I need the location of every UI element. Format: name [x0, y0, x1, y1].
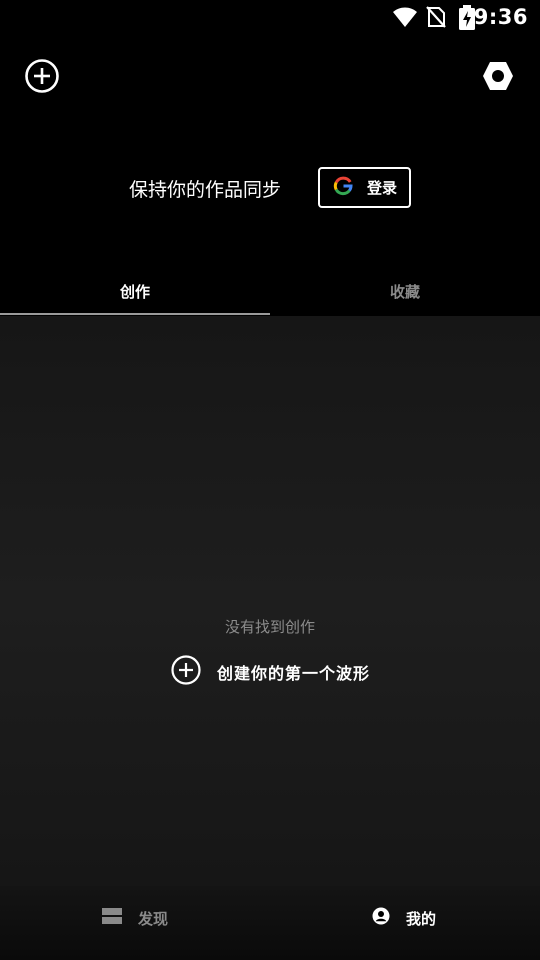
- nav-discover[interactable]: 发现: [102, 906, 168, 930]
- nav-mine-label: 我的: [406, 909, 437, 928]
- nav-mine[interactable]: 我的: [372, 906, 436, 930]
- google-login-button[interactable]: 登录: [318, 167, 411, 208]
- header: 保持你的作品同步 登录 创作 收藏: [0, 36, 540, 316]
- no-sim-icon: [426, 5, 446, 33]
- active-tab-indicator: [0, 313, 270, 315]
- tab-favorites[interactable]: 收藏: [270, 280, 540, 316]
- sync-row: 保持你的作品同步 登录: [0, 167, 540, 209]
- tab-create[interactable]: 创作: [0, 280, 270, 316]
- profile-icon: [372, 907, 390, 929]
- status-time: 9:36: [473, 5, 528, 29]
- add-button[interactable]: [18, 54, 66, 102]
- wifi-icon: [392, 5, 418, 33]
- app-screen: 9:36 保持你的作品同步 登录 创作 收藏 没有找到创作 创建你的第一个波形 …: [0, 0, 540, 960]
- tab-bar: 创作 收藏: [0, 280, 540, 316]
- create-cta-label: 创建你的第一个波形: [217, 664, 371, 683]
- status-bar: 9:36: [0, 0, 540, 36]
- create-first-waveform-button[interactable]: 创建你的第一个波形: [170, 654, 371, 690]
- hexagon-settings-icon: [482, 61, 514, 95]
- empty-state-text: 没有找到创作: [224, 618, 315, 636]
- bottom-nav: 发现 我的: [0, 886, 540, 960]
- discover-icon: [102, 908, 122, 928]
- plus-circle-icon: [170, 654, 202, 690]
- plus-circle-icon: [24, 58, 60, 98]
- login-label: 登录: [367, 179, 398, 197]
- sync-text: 保持你的作品同步: [129, 179, 282, 201]
- creations-list: 没有找到创作 创建你的第一个波形: [0, 316, 540, 886]
- google-logo-icon: [333, 176, 353, 200]
- nav-discover-label: 发现: [138, 909, 169, 928]
- settings-button[interactable]: [474, 54, 522, 102]
